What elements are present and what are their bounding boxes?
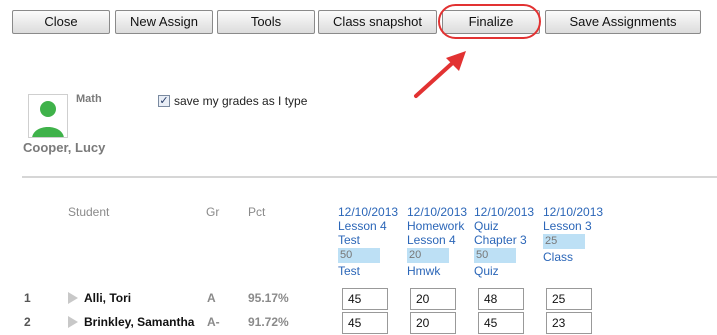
assignment-header-2[interactable]: 12/10/2013 Homework Lesson 4 20 Hmwk: [407, 205, 477, 278]
save-grades-label: save my grades as I type: [174, 94, 308, 108]
grade-cell: A-: [207, 315, 220, 329]
assignment-date: 12/10/2013: [474, 205, 535, 219]
pct-cell: 91.72%: [248, 315, 289, 329]
class-snapshot-button[interactable]: Class snapshot: [318, 10, 437, 34]
expand-triangle-icon[interactable]: [68, 316, 78, 328]
column-header-student: Student: [68, 205, 110, 219]
divider: [22, 176, 717, 178]
column-header-grade: Gr: [206, 205, 220, 219]
student-name-cell[interactable]: Alli, Tori: [84, 291, 131, 305]
assignment-name-line: Quiz: [474, 219, 499, 233]
finalize-highlight-circle: [438, 4, 541, 39]
close-button[interactable]: Close: [12, 10, 110, 34]
assignment-points: 20: [407, 248, 449, 263]
tools-button[interactable]: Tools: [217, 10, 315, 34]
expand-triangle-icon[interactable]: [68, 292, 78, 304]
assignment-name-line: Homework: [407, 219, 465, 233]
assignment-type: Test: [338, 264, 361, 278]
save-as-type-option[interactable]: ✓ save my grades as I type: [158, 94, 307, 108]
score-input[interactable]: [478, 312, 524, 334]
row-number: 2: [24, 315, 31, 329]
score-input[interactable]: [478, 288, 524, 310]
toolbar: Close New Assign Tools Class snapshot Fi…: [0, 0, 717, 44]
assignment-date: 12/10/2013: [338, 205, 399, 219]
score-input[interactable]: [342, 288, 388, 310]
score-input[interactable]: [410, 288, 456, 310]
assignment-points: 50: [338, 248, 380, 263]
assignment-name-line: Chapter 3: [474, 233, 527, 247]
user-silhouette-icon: [32, 101, 64, 137]
subject-label: Math: [76, 93, 102, 105]
assignment-header-3[interactable]: 12/10/2013 Quiz Chapter 3 50 Quiz: [474, 205, 544, 278]
save-grades-checkbox[interactable]: ✓: [158, 95, 170, 107]
assignment-header-1[interactable]: 12/10/2013 Lesson 4 Test 50 Test: [338, 205, 408, 278]
student-name: Cooper, Lucy: [23, 140, 106, 155]
assignment-date: 12/10/2013: [543, 205, 604, 219]
student-name-cell[interactable]: Brinkley, Samantha: [84, 315, 194, 329]
score-input[interactable]: [546, 288, 592, 310]
red-arrow-icon: [414, 51, 466, 98]
table-row: 1 Alli, Tori A 95.17%: [0, 287, 717, 311]
table-row: 2 Brinkley, Samantha A- 91.72%: [0, 311, 717, 335]
new-assign-button[interactable]: New Assign: [115, 10, 213, 34]
assignment-points: 25: [543, 234, 585, 249]
avatar: [28, 94, 68, 138]
score-input[interactable]: [410, 312, 456, 334]
score-input[interactable]: [342, 312, 388, 334]
assignment-name-line: Lesson 3: [543, 219, 592, 233]
assignment-points: 50: [474, 248, 516, 263]
assignment-type: Class: [543, 250, 574, 264]
assignment-name-line: Lesson 4: [407, 233, 456, 247]
assignment-name-line: Lesson 4: [338, 219, 387, 233]
row-number: 1: [24, 291, 31, 305]
pct-cell: 95.17%: [248, 291, 289, 305]
column-header-pct: Pct: [248, 205, 266, 219]
assignment-header-4[interactable]: 12/10/2013 Lesson 3 25 Class: [543, 205, 613, 264]
assignment-type: Quiz: [474, 264, 499, 278]
grade-cell: A: [207, 291, 216, 305]
assignment-date: 12/10/2013: [407, 205, 468, 219]
assignment-name-line: Test: [338, 233, 361, 247]
score-input[interactable]: [546, 312, 592, 334]
save-assignments-button[interactable]: Save Assignments: [545, 10, 701, 34]
assignment-type: Hmwk: [407, 264, 441, 278]
